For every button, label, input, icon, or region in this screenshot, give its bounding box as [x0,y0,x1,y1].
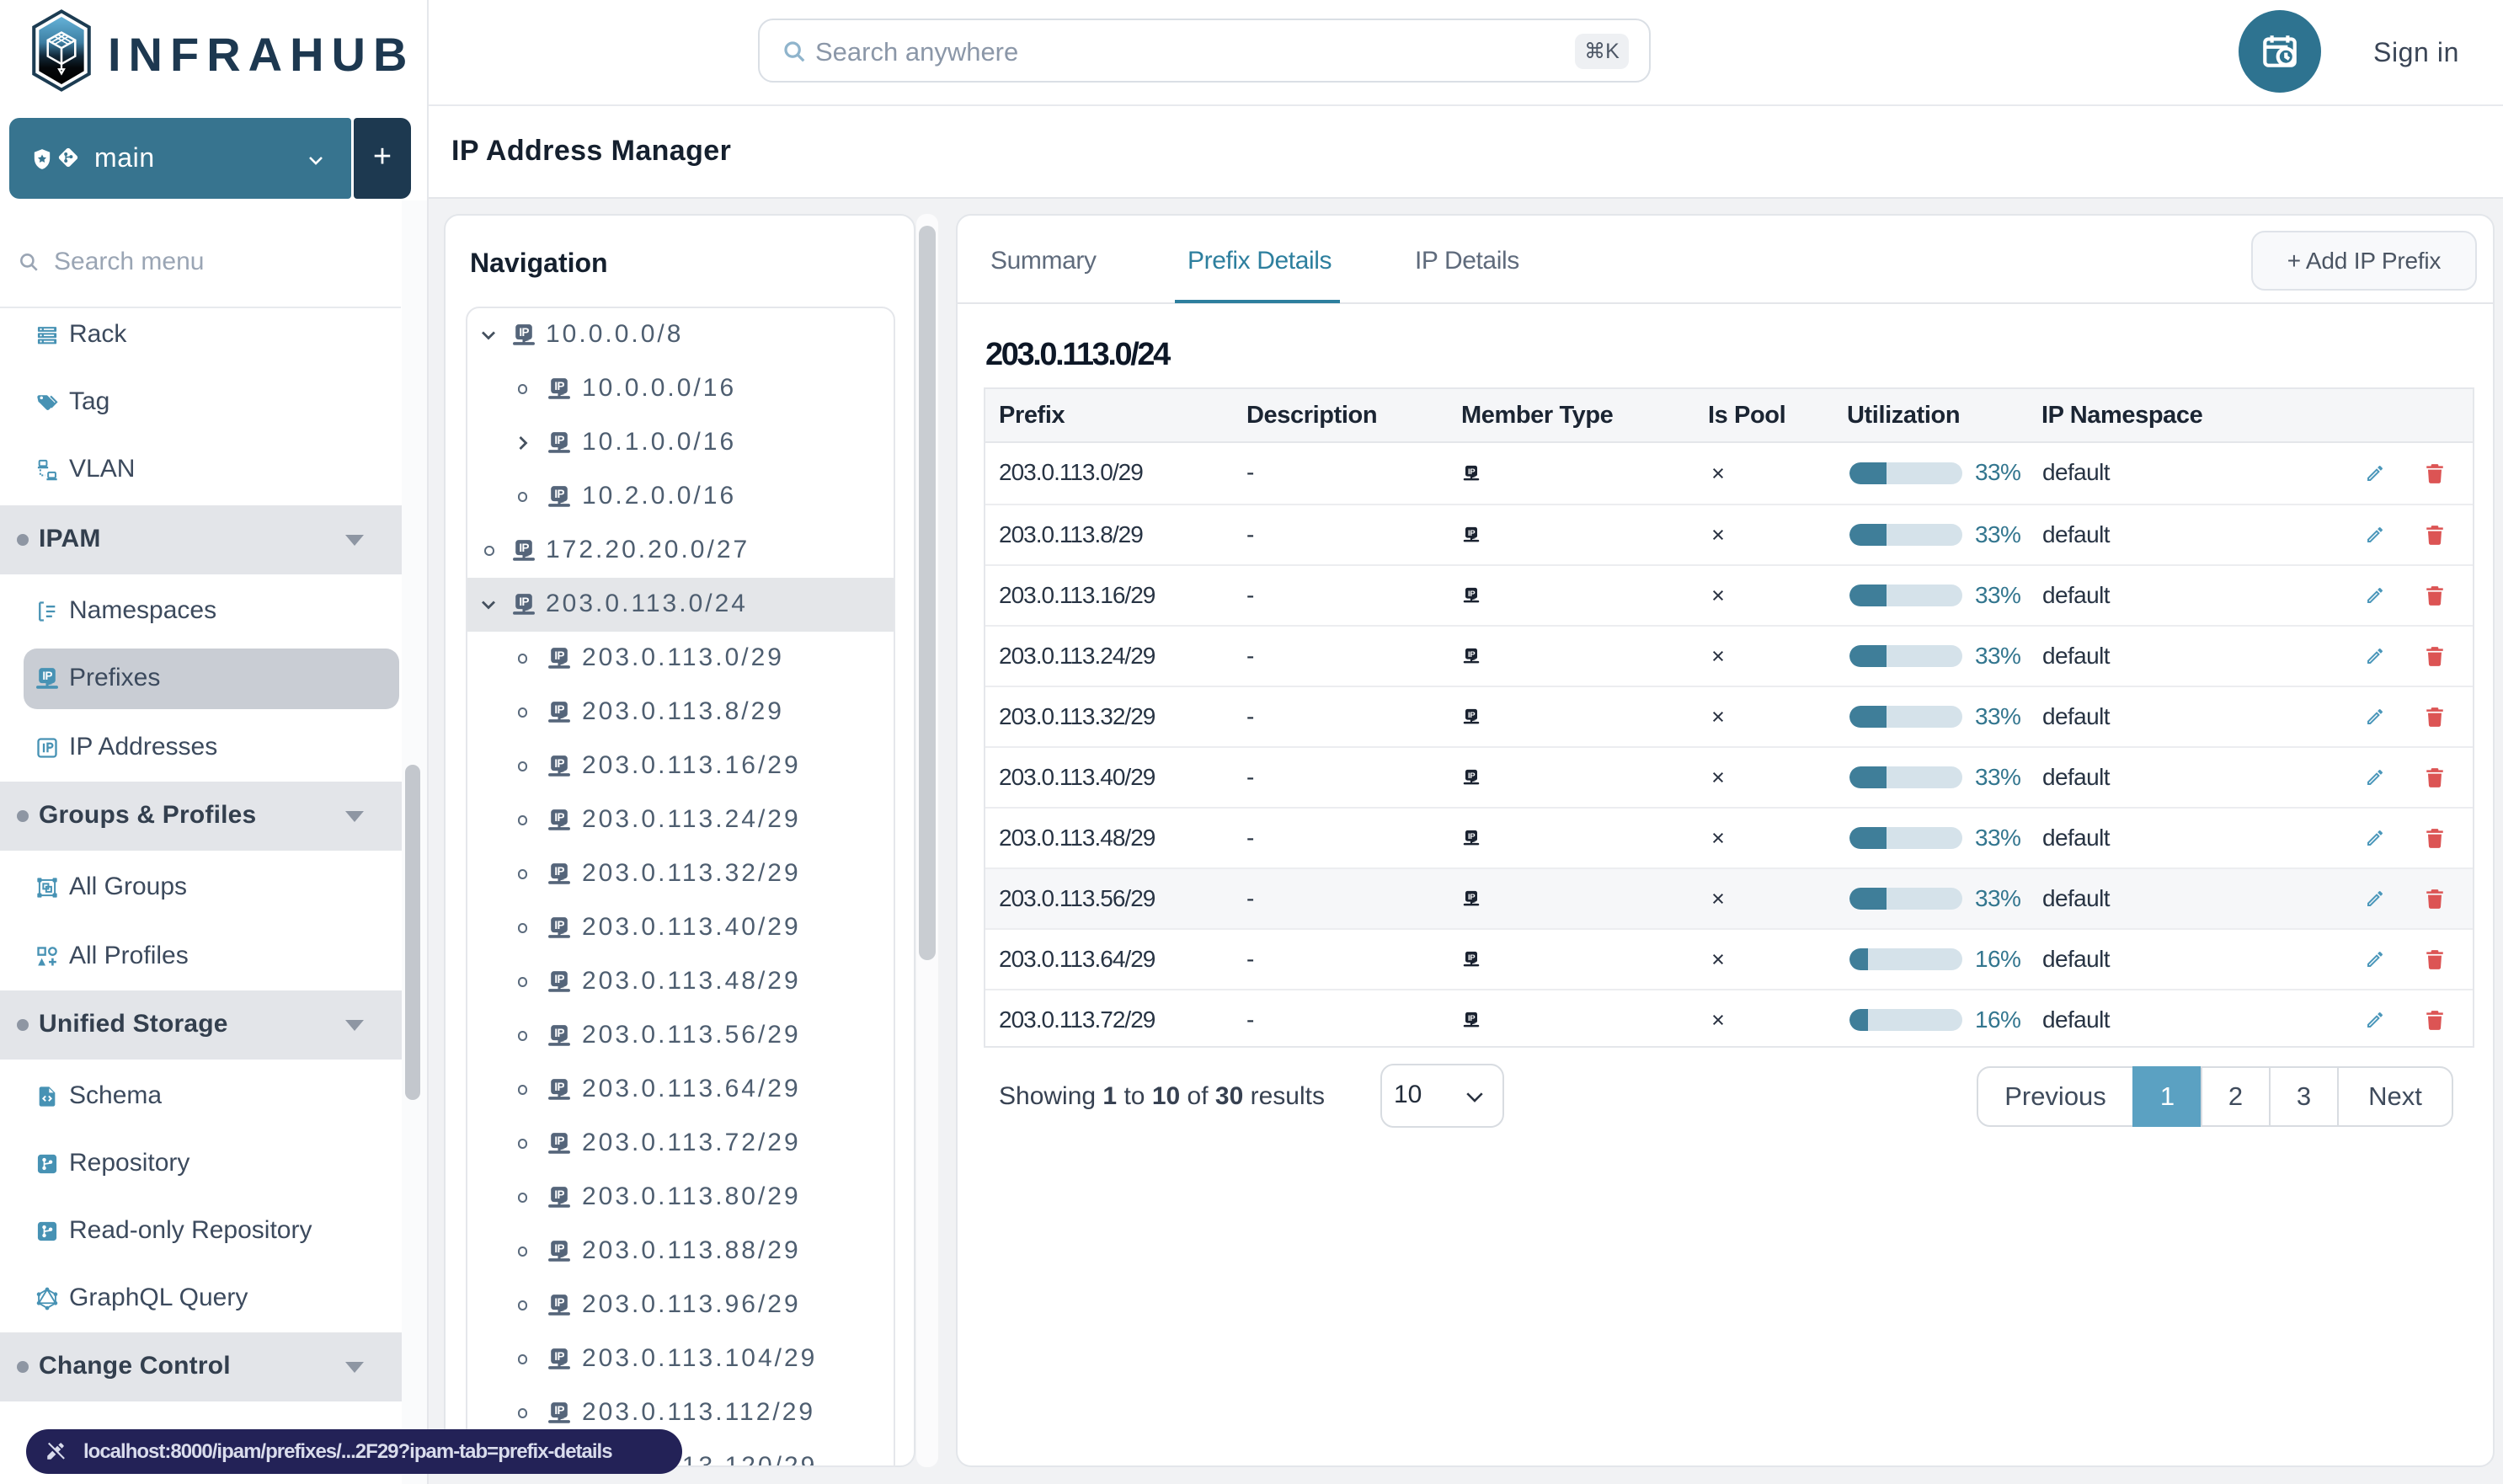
svg-text:IP: IP [554,380,564,392]
svg-text:IP: IP [1468,650,1476,659]
svg-text:IP: IP [1468,711,1476,720]
svg-text:IP: IP [554,1027,564,1039]
svg-text:IP: IP [554,703,564,716]
svg-text:IP: IP [1468,529,1476,538]
svg-text:IP: IP [554,811,564,824]
svg-text:IP: IP [554,1404,564,1417]
svg-text:IP: IP [1468,953,1476,963]
svg-text:IP: IP [554,1134,564,1147]
svg-text:IP: IP [1468,893,1476,902]
svg-text:IP: IP [554,649,564,662]
svg-text:IP: IP [554,434,564,446]
svg-text:IP: IP [554,1350,564,1363]
svg-text:IP: IP [42,670,52,682]
svg-text:IP: IP [519,595,529,608]
svg-text:IP: IP [1468,467,1476,477]
svg-text:IP: IP [554,1188,564,1201]
svg-text:IP: IP [519,326,529,339]
svg-text:IP: IP [554,1296,564,1309]
svg-text:IP: IP [554,488,564,500]
svg-text:IP: IP [554,1081,564,1093]
svg-text:IP: IP [554,757,564,770]
svg-text:IP: IP [519,542,529,554]
svg-text:IP: IP [554,865,564,878]
svg-text:IP: IP [1468,590,1476,599]
svg-text:IP: IP [1468,771,1476,781]
svg-text:IP: IP [1468,1014,1476,1023]
svg-text:IP: IP [554,1242,564,1255]
svg-text:IP: IP [1468,832,1476,841]
svg-text:IP: IP [554,919,564,932]
svg-text:IP: IP [554,973,564,985]
